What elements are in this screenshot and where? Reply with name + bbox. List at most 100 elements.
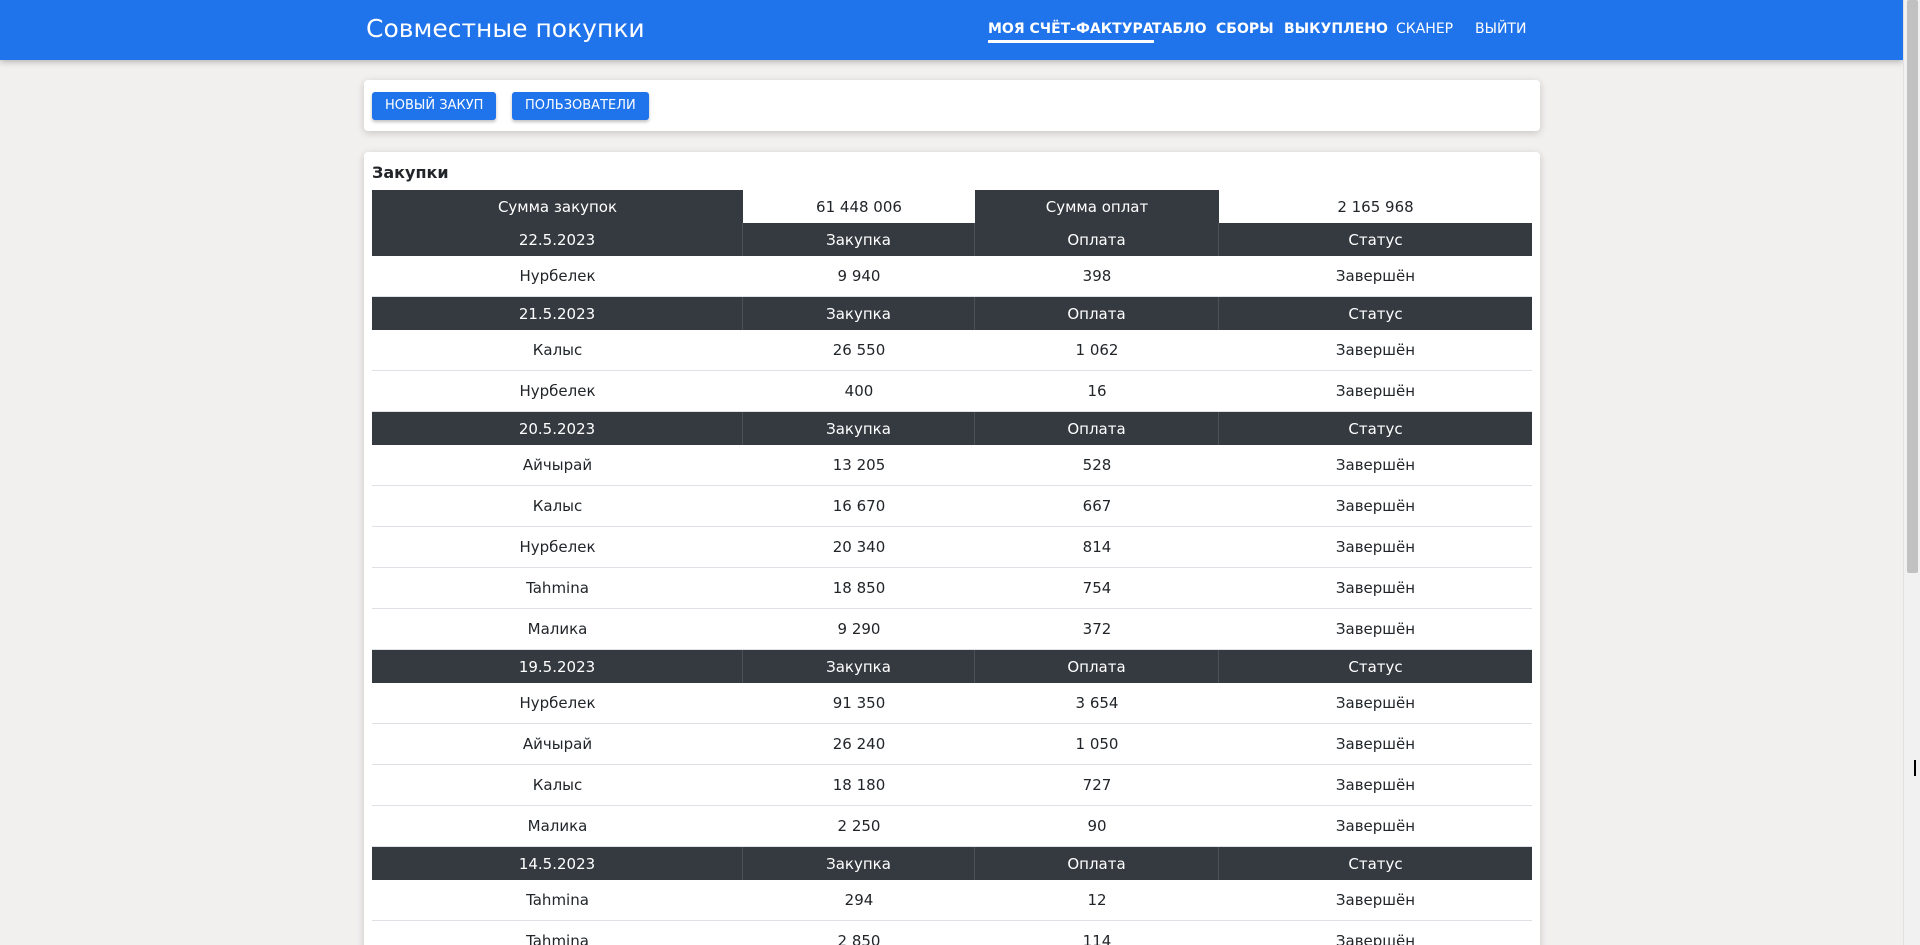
total-purchases-value: 61 448 006 xyxy=(743,190,975,223)
nav-board[interactable]: ТАБЛО xyxy=(1152,21,1207,37)
payment-amount: 754 xyxy=(1082,579,1112,597)
group-date: 14.5.2023 xyxy=(372,847,743,880)
table-row[interactable]: Нурбелек 20 340 814 Завершён xyxy=(372,527,1532,568)
buyer-name: Калыс xyxy=(532,341,583,359)
payment-amount: 667 xyxy=(1082,497,1112,515)
purchase-amount: 400 xyxy=(844,382,874,400)
payment-amount: 1 062 xyxy=(1075,341,1119,359)
table-row[interactable]: Калыс 16 670 667 Завершён xyxy=(372,486,1532,527)
buyer-name: Калыс xyxy=(532,497,583,515)
nav-scanner[interactable]: СКАНЕР xyxy=(1396,21,1453,37)
column-header-status: Статус xyxy=(1219,297,1532,330)
buyer-name: Нурбелек xyxy=(519,267,596,285)
order-status: Завершён xyxy=(1335,579,1416,597)
column-header-payment: Оплата xyxy=(975,650,1219,683)
nav-bought-out[interactable]: ВЫКУПЛЕНО xyxy=(1284,21,1388,37)
table-row[interactable]: Калыс 26 550 1 062 Завершён xyxy=(372,330,1532,371)
date-group-header: 21.5.2023 Закупка Оплата Статус xyxy=(372,297,1532,330)
column-header-purchase: Закупка xyxy=(743,650,975,683)
table-row[interactable]: Малика 2 250 90 Завершён xyxy=(372,806,1532,847)
nav-collections[interactable]: СБОРЫ xyxy=(1216,21,1274,37)
users-button[interactable]: ПОЛЬЗОВАТЕЛИ xyxy=(512,92,649,120)
buyer-name: Малика xyxy=(527,620,588,638)
order-status: Завершён xyxy=(1335,267,1416,285)
column-header-purchase: Закупка xyxy=(743,297,975,330)
column-header-payment: Оплата xyxy=(975,297,1219,330)
purchase-amount: 2 850 xyxy=(837,932,881,945)
buyer-name: Tahmina xyxy=(526,579,589,597)
nav-my-invoice[interactable]: МОЯ СЧЁТ-ФАКТУРА xyxy=(988,21,1154,43)
order-status: Завершён xyxy=(1335,932,1416,945)
order-status: Завершён xyxy=(1335,776,1416,794)
purchases-title: Закупки xyxy=(372,163,449,182)
purchase-amount: 9 290 xyxy=(837,620,881,638)
date-group-header: 22.5.2023 Закупка Оплата Статус xyxy=(372,223,1532,256)
column-header-payment: Оплата xyxy=(975,412,1219,445)
scrollbar-thumb[interactable] xyxy=(1907,0,1918,573)
nav-logout[interactable]: ВЫЙТИ xyxy=(1475,21,1526,37)
payment-amount: 3 654 xyxy=(1075,694,1119,712)
table-row[interactable]: Tahmina 18 850 754 Завершён xyxy=(372,568,1532,609)
payment-amount: 16 xyxy=(1087,382,1107,400)
table-row[interactable]: Нурбелек 91 350 3 654 Завершён xyxy=(372,683,1532,724)
total-purchases-label: Сумма закупок xyxy=(372,190,743,223)
group-date: 22.5.2023 xyxy=(372,223,743,256)
app-title[interactable]: Совместные покупки xyxy=(366,14,645,43)
column-header-purchase: Закупка xyxy=(743,847,975,880)
date-group-header: 14.5.2023 Закупка Оплата Статус xyxy=(372,847,1532,880)
payment-amount: 727 xyxy=(1082,776,1112,794)
purchase-amount: 91 350 xyxy=(832,694,886,712)
date-group-header: 20.5.2023 Закупка Оплата Статус xyxy=(372,412,1532,445)
order-status: Завершён xyxy=(1335,694,1416,712)
total-payments-label: Сумма оплат xyxy=(975,190,1219,223)
purchase-amount: 18 850 xyxy=(832,579,886,597)
new-purchase-button[interactable]: НОВЫЙ ЗАКУП xyxy=(372,92,497,120)
table-row[interactable]: Tahmina 2 850 114 Завершён xyxy=(372,921,1532,945)
purchases-table: Сумма закупок 61 448 006 Сумма оплат 2 1… xyxy=(372,190,1532,945)
buyer-name: Малика xyxy=(527,817,588,835)
table-row[interactable]: Малика 9 290 372 Завершён xyxy=(372,609,1532,650)
purchase-amount: 294 xyxy=(844,891,874,909)
purchase-amount: 18 180 xyxy=(832,776,886,794)
table-row[interactable]: Айчырай 13 205 528 Завершён xyxy=(372,445,1532,486)
buyer-name: Айчырай xyxy=(522,735,593,753)
order-status: Завершён xyxy=(1335,456,1416,474)
text-cursor-icon xyxy=(1914,760,1920,776)
table-row[interactable]: Нурбелек 9 940 398 Завершён xyxy=(372,256,1532,297)
purchase-amount: 16 670 xyxy=(832,497,886,515)
group-date: 19.5.2023 xyxy=(372,650,743,683)
table-row[interactable]: Tahmina 294 12 Завершён xyxy=(372,880,1532,921)
payment-amount: 114 xyxy=(1082,932,1112,945)
buyer-name: Tahmina xyxy=(526,932,589,945)
purchase-amount: 26 240 xyxy=(832,735,886,753)
payment-amount: 90 xyxy=(1087,817,1107,835)
column-header-purchase: Закупка xyxy=(743,223,975,256)
purchase-amount: 26 550 xyxy=(832,341,886,359)
group-date: 21.5.2023 xyxy=(372,297,743,330)
top-navbar: Совместные покупки МОЯ СЧЁТ-ФАКТУРА ТАБЛ… xyxy=(0,0,1903,60)
summary-row: Сумма закупок 61 448 006 Сумма оплат 2 1… xyxy=(372,190,1532,223)
group-date: 20.5.2023 xyxy=(372,412,743,445)
payment-amount: 398 xyxy=(1082,267,1112,285)
payment-amount: 372 xyxy=(1082,620,1112,638)
column-header-status: Статус xyxy=(1219,847,1532,880)
date-group-header: 19.5.2023 Закупка Оплата Статус xyxy=(372,650,1532,683)
order-status: Завершён xyxy=(1335,817,1416,835)
page-scrollbar[interactable] xyxy=(1903,0,1920,945)
order-status: Завершён xyxy=(1335,497,1416,515)
buyer-name: Нурбелек xyxy=(519,694,596,712)
column-header-status: Статус xyxy=(1219,412,1532,445)
purchase-amount: 13 205 xyxy=(832,456,886,474)
table-row[interactable]: Нурбелек 400 16 Завершён xyxy=(372,371,1532,412)
order-status: Завершён xyxy=(1335,382,1416,400)
purchases-card: Закупки Сумма закупок 61 448 006 Сумма о… xyxy=(364,152,1540,945)
table-row[interactable]: Калыс 18 180 727 Завершён xyxy=(372,765,1532,806)
order-status: Завершён xyxy=(1335,341,1416,359)
payment-amount: 814 xyxy=(1082,538,1112,556)
buyer-name: Нурбелек xyxy=(519,538,596,556)
total-payments-value: 2 165 968 xyxy=(1219,190,1532,223)
table-row[interactable]: Айчырай 26 240 1 050 Завершён xyxy=(372,724,1532,765)
buyer-name: Айчырай xyxy=(522,456,593,474)
payment-amount: 1 050 xyxy=(1075,735,1119,753)
buyer-name: Tahmina xyxy=(526,891,589,909)
